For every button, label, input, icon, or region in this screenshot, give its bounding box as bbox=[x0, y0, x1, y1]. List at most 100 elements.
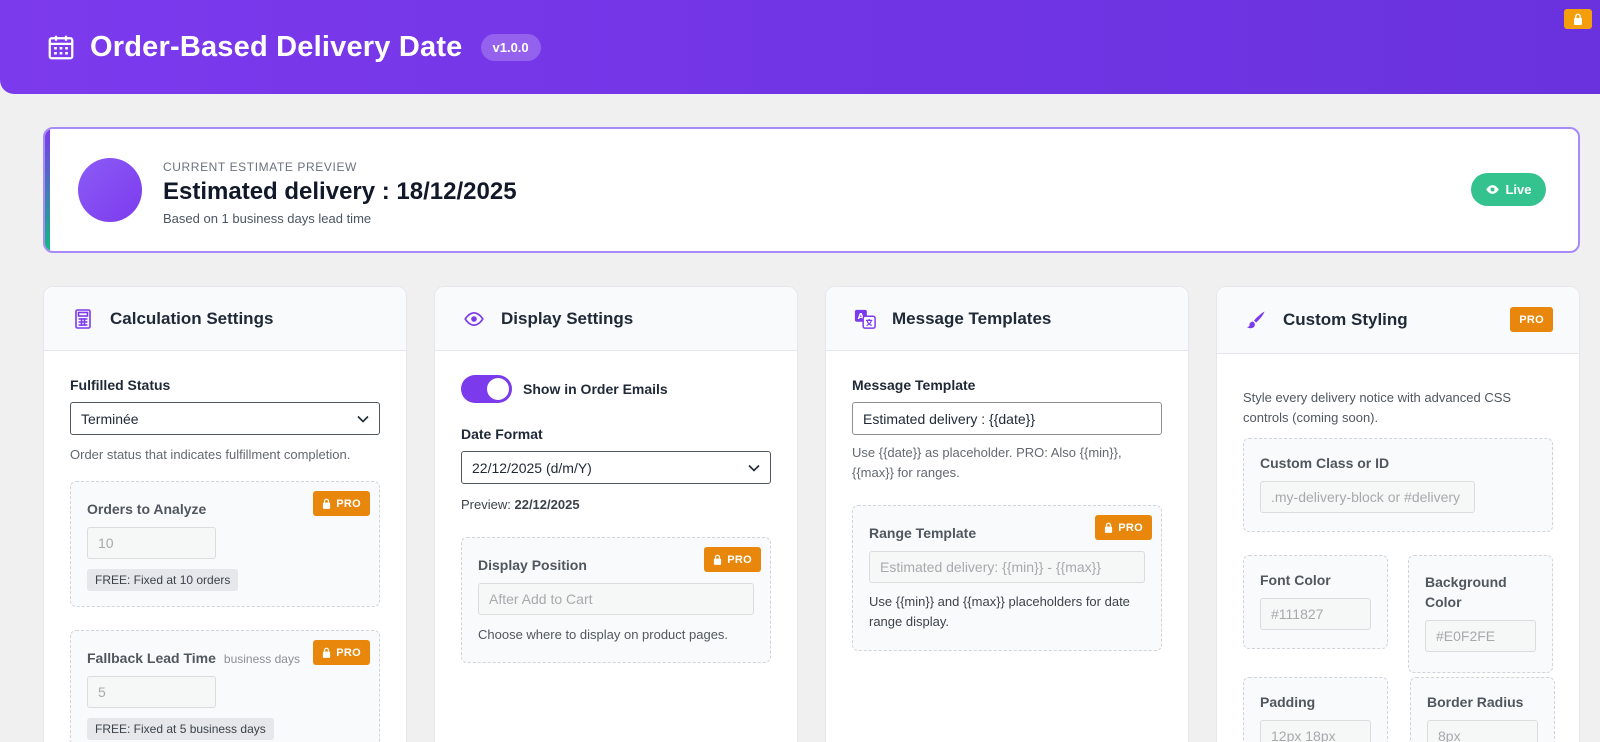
custom-class-input: .my-delivery-block or #delivery bbox=[1260, 481, 1475, 513]
pro-badge: PRO bbox=[704, 547, 761, 572]
range-template-box: PRO Range Template Estimated delivery: {… bbox=[852, 505, 1162, 651]
pro-badge-label: PRO bbox=[1118, 521, 1143, 534]
calculation-card-header: Calculation Settings bbox=[44, 287, 406, 351]
font-color-box: Font Color #111827 bbox=[1243, 555, 1388, 649]
message-template-input[interactable]: Estimated delivery : {{date}} bbox=[852, 402, 1162, 435]
fallback-free-note: FREE: Fixed at 5 business days bbox=[87, 718, 274, 740]
templates-card-body: Message Template Estimated delivery : {{… bbox=[826, 351, 1188, 651]
lock-icon bbox=[714, 554, 722, 565]
preview-prefix: Preview: bbox=[461, 497, 511, 512]
display-position-placeholder: After Add to Cart bbox=[489, 591, 593, 607]
show-in-emails-label: Show in Order Emails bbox=[523, 381, 668, 397]
styling-card-header: Custom Styling PRO bbox=[1217, 287, 1579, 354]
date-format-select[interactable]: 22/12/2025 (d/m/Y) bbox=[461, 451, 771, 484]
date-format-preview: Preview: 22/12/2025 bbox=[461, 495, 771, 515]
preview-date: 22/12/2025 bbox=[514, 497, 580, 512]
preview-icon bbox=[78, 158, 142, 222]
templates-card-title: Message Templates bbox=[892, 308, 1052, 328]
custom-class-placeholder: .my-delivery-block or #delivery bbox=[1271, 489, 1461, 505]
calculation-settings-card: Calculation Settings Fulfilled Status Te… bbox=[43, 286, 407, 742]
fulfilled-status-select[interactable]: Terminée bbox=[70, 402, 380, 435]
translate-icon: A bbox=[854, 308, 876, 330]
display-settings-card: Display Settings Show in Order Emails Da… bbox=[434, 286, 798, 742]
paintbrush-icon bbox=[1245, 309, 1267, 331]
pro-badge-label: PRO bbox=[1519, 313, 1544, 326]
show-in-emails-row: Show in Order Emails bbox=[461, 375, 771, 403]
styling-card-title: Custom Styling bbox=[1283, 310, 1408, 329]
message-template-help: Use {{date}} as placeholder. PRO: Also {… bbox=[852, 445, 1122, 480]
background-color-input: #E0F2FE bbox=[1425, 620, 1536, 652]
border-radius-box: Border Radius 8px bbox=[1410, 677, 1555, 742]
app-header: Order-Based Delivery Date v1.0.0 bbox=[0, 0, 1600, 94]
calendar-icon bbox=[48, 35, 74, 60]
styling-card-body: Style every delivery notice with advance… bbox=[1217, 354, 1579, 742]
fallback-lead-time-text: Fallback Lead Time bbox=[87, 650, 216, 666]
orders-to-analyze-box: PRO Orders to Analyze 10 FREE: Fixed at … bbox=[70, 481, 380, 607]
fallback-unit: business days bbox=[223, 652, 300, 666]
eye-icon bbox=[463, 308, 485, 330]
fallback-lead-time-input: 5 bbox=[87, 676, 216, 708]
font-color-value: #111827 bbox=[1271, 606, 1324, 622]
preview-accent-bar bbox=[45, 129, 50, 251]
calculator-icon bbox=[72, 308, 94, 330]
version-badge: v1.0.0 bbox=[480, 33, 541, 61]
page-title: Order-Based Delivery Date bbox=[90, 30, 463, 63]
border-radius-input: 8px bbox=[1427, 720, 1538, 742]
padding-value: 12px 18px bbox=[1271, 728, 1336, 742]
eye-icon bbox=[1486, 185, 1500, 194]
background-color-label: Background Color bbox=[1425, 574, 1507, 610]
display-card-body: Show in Order Emails Date Format 22/12/2… bbox=[435, 351, 797, 663]
orders-to-analyze-value: 10 bbox=[98, 535, 114, 551]
message-template-value: Estimated delivery : {{date}} bbox=[863, 410, 1035, 427]
border-radius-value: 8px bbox=[1438, 728, 1461, 742]
orders-free-note: FREE: Fixed at 10 orders bbox=[87, 569, 239, 591]
pro-badge: PRO bbox=[1510, 307, 1553, 332]
live-label: Live bbox=[1505, 182, 1532, 197]
message-template-label: Message Template bbox=[852, 377, 976, 393]
lock-icon bbox=[1574, 13, 1582, 25]
fallback-lead-time-value: 5 bbox=[98, 684, 106, 700]
chevron-down-icon bbox=[748, 464, 760, 472]
fulfilled-status-label: Fulfilled Status bbox=[70, 377, 171, 393]
pro-lock-button[interactable] bbox=[1564, 9, 1592, 29]
padding-box: Padding 12px 18px bbox=[1243, 677, 1388, 742]
fulfilled-status-help: Order status that indicates fulfillment … bbox=[70, 447, 351, 462]
date-format-value: 22/12/2025 (d/m/Y) bbox=[472, 459, 592, 476]
estimated-delivery-text: Estimated delivery : 18/12/2025 bbox=[163, 178, 517, 205]
templates-card-header: A Message Templates bbox=[826, 287, 1188, 351]
pro-badge-label: PRO bbox=[336, 497, 361, 510]
range-template-help: Use {{min}} and {{max}} placeholders for… bbox=[869, 594, 1130, 629]
calculation-card-body: Fulfilled Status Terminée Order status t… bbox=[44, 351, 406, 742]
lock-icon bbox=[1105, 522, 1113, 533]
fallback-lead-time-box: PRO Fallback Lead Time business days 5 FR… bbox=[70, 630, 380, 742]
custom-styling-card: Custom Styling PRO Style every delivery … bbox=[1216, 286, 1580, 742]
font-color-input: #111827 bbox=[1260, 598, 1371, 630]
preview-eyebrow: CURRENT ESTIMATE PREVIEW bbox=[163, 160, 357, 174]
lock-icon bbox=[323, 498, 331, 509]
pro-badge: PRO bbox=[313, 491, 370, 516]
message-templates-card: A Message Templates Message Template Est… bbox=[825, 286, 1189, 742]
background-color-box: Background Color #E0F2FE bbox=[1408, 555, 1553, 673]
pro-badge: PRO bbox=[1095, 515, 1152, 540]
color-row: Font Color #111827 Background Color #E0F… bbox=[1243, 555, 1553, 673]
show-in-emails-toggle[interactable] bbox=[461, 375, 512, 403]
border-radius-label: Border Radius bbox=[1427, 694, 1524, 710]
display-position-box: PRO Display Position After Add to Cart C… bbox=[461, 537, 771, 663]
orders-to-analyze-input: 10 bbox=[87, 527, 216, 559]
range-template-input: Estimated delivery: {{min}} - {{max}} bbox=[869, 551, 1145, 583]
estimate-preview-panel: CURRENT ESTIMATE PREVIEW Estimated deliv… bbox=[43, 127, 1580, 253]
pro-badge-label: PRO bbox=[336, 646, 361, 659]
lead-time-note: Based on 1 business days lead time bbox=[163, 211, 372, 226]
padding-input: 12px 18px bbox=[1260, 720, 1371, 742]
background-color-value: #E0F2FE bbox=[1436, 628, 1496, 644]
toggle-knob bbox=[487, 378, 509, 400]
styling-intro: Style every delivery notice with advance… bbox=[1243, 390, 1512, 425]
fulfilled-status-value: Terminée bbox=[81, 410, 139, 427]
pro-badge: PRO bbox=[313, 640, 370, 665]
display-position-input: After Add to Cart bbox=[478, 583, 754, 615]
chevron-down-icon bbox=[357, 415, 369, 423]
display-card-title: Display Settings bbox=[501, 308, 634, 328]
live-badge: Live bbox=[1471, 173, 1546, 206]
font-color-label: Font Color bbox=[1260, 572, 1331, 588]
lock-icon bbox=[323, 647, 331, 658]
